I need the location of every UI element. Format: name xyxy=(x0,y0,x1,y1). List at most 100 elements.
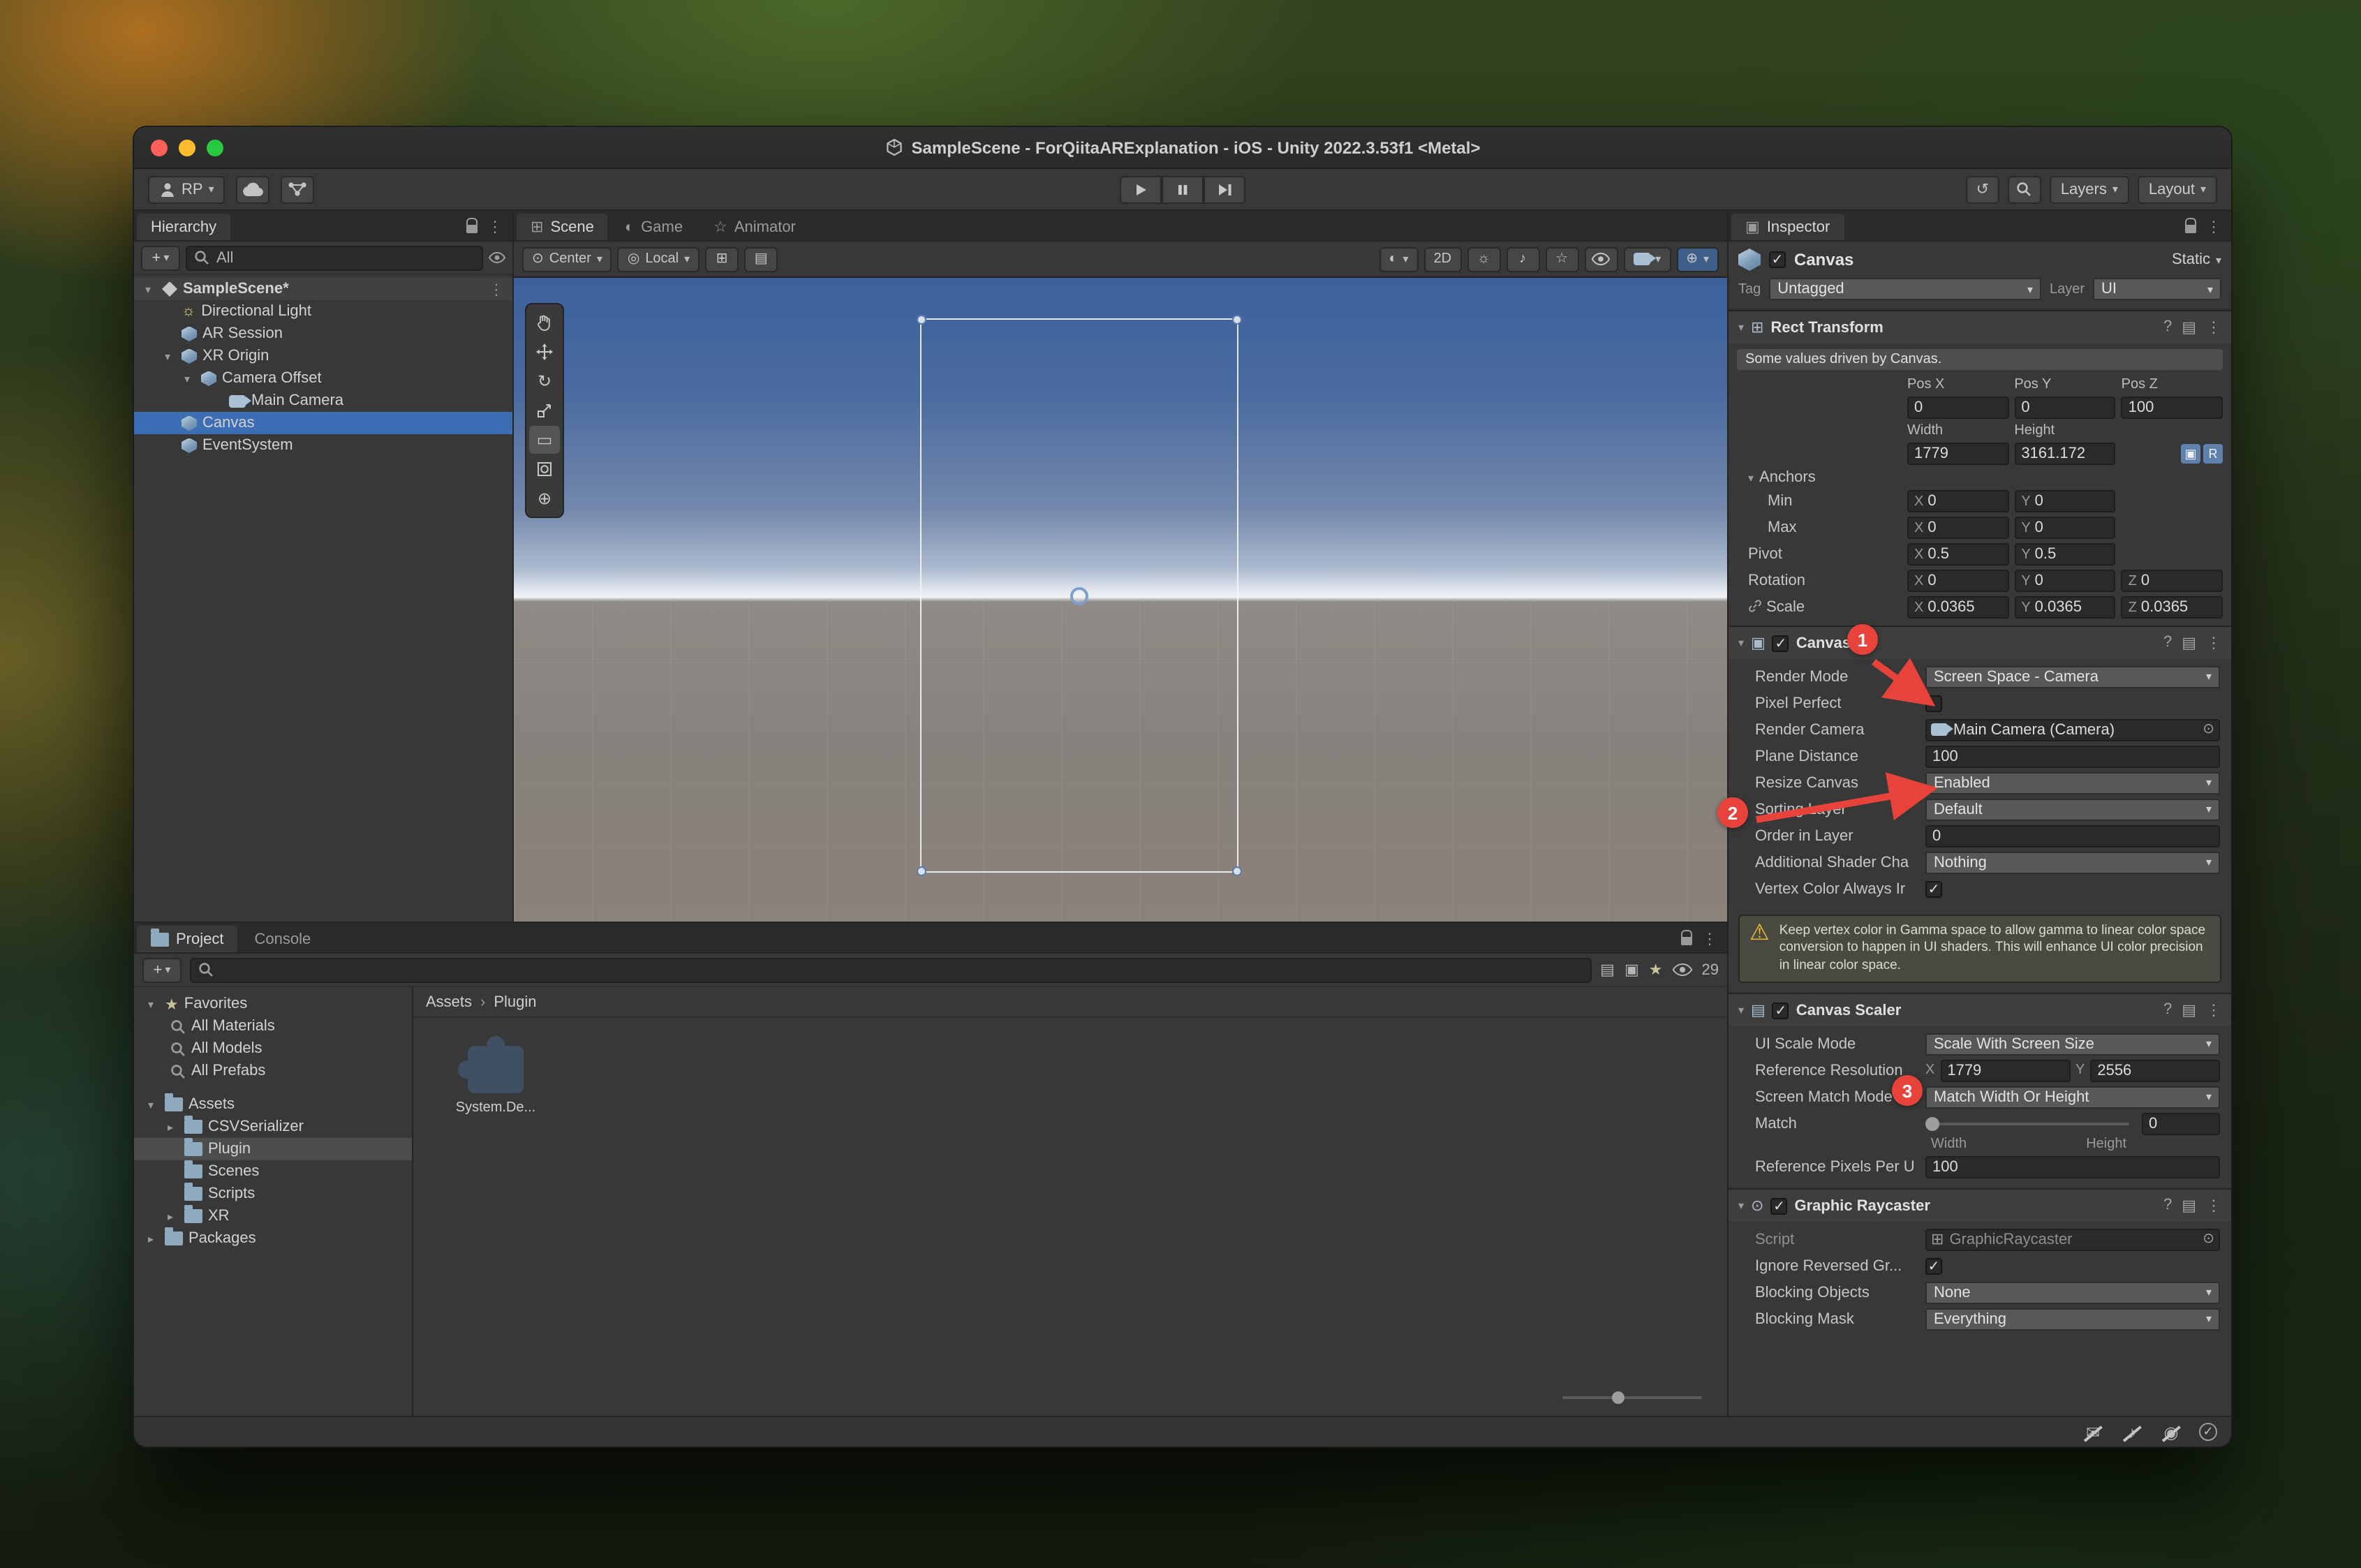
shading-mode-dropdown[interactable]: ◐ ▾ xyxy=(1379,246,1418,272)
pivot-handle[interactable] xyxy=(1070,586,1088,605)
account-button[interactable]: RP ▾ xyxy=(148,175,225,203)
static-control[interactable]: Static ▾ xyxy=(2172,251,2221,268)
folder-csvserializer[interactable]: CSVSerializer xyxy=(134,1116,412,1138)
2d-toggle-button[interactable]: 2D xyxy=(1424,246,1462,272)
rotation-z-field[interactable]: Z0 xyxy=(2122,570,2223,592)
object-picker-icon[interactable]: ⊙ xyxy=(2203,722,2214,737)
sorting-layer-dropdown[interactable]: Default xyxy=(1925,798,2220,820)
version-control-button[interactable] xyxy=(281,175,315,203)
hierarchy-item-directional-light[interactable]: ☼ Directional Light xyxy=(134,300,512,323)
width-field[interactable]: 1779 xyxy=(1907,443,2008,465)
lock-icon[interactable] xyxy=(466,225,478,233)
slider-thumb[interactable] xyxy=(1925,1116,1939,1130)
canvas-header[interactable]: ▾ ▣ Canvas ? ▤ ⋮ xyxy=(1729,627,2231,659)
pause-button[interactable] xyxy=(1162,175,1204,203)
pivot-x-field[interactable]: X0.5 xyxy=(1907,543,2008,565)
folder-plugin[interactable]: Plugin xyxy=(134,1138,412,1160)
notifications-muted-icon[interactable]: ✉ xyxy=(2082,1422,2104,1442)
anchor-min-x-field[interactable]: X0 xyxy=(1907,490,2008,512)
order-in-layer-field[interactable]: 0 xyxy=(1925,824,2220,847)
additional-shader-channels-dropdown[interactable]: Nothing xyxy=(1925,851,2220,873)
tool-handle-rotation-dropdown[interactable]: ◎ Local ▾ xyxy=(618,246,700,272)
screen-match-mode-dropdown[interactable]: Match Width Or Height xyxy=(1925,1086,2220,1108)
foldout-open-icon[interactable] xyxy=(140,283,156,295)
foldout-closed-icon[interactable] xyxy=(162,1120,179,1133)
vertex-color-checkbox[interactable] xyxy=(1925,880,1942,897)
preset-icon[interactable]: ▤ xyxy=(2182,1197,2196,1215)
rect-handle[interactable] xyxy=(917,315,926,325)
scale-tool-button[interactable] xyxy=(529,397,560,424)
layers-dropdown[interactable]: Layers ▾ xyxy=(2050,175,2129,203)
render-camera-object-field[interactable]: Main Camera (Camera) ⊙ xyxy=(1925,718,2220,741)
project-search-input[interactable] xyxy=(190,957,1592,982)
menu-icon[interactable]: ⋮ xyxy=(489,280,504,298)
gameobject-name[interactable]: Canvas xyxy=(1794,250,1853,269)
anchor-max-y-field[interactable]: Y0 xyxy=(2014,517,2115,539)
canvas-scaler-enabled-checkbox[interactable] xyxy=(1772,1002,1789,1019)
anchor-min-y-field[interactable]: Y0 xyxy=(2014,490,2115,512)
hierarchy-item-camera-offset[interactable]: Camera Offset xyxy=(134,367,512,390)
graphic-raycaster-header[interactable]: ▾ ⊙ Graphic Raycaster ? ▤ ⋮ xyxy=(1729,1190,2231,1222)
tool-handle-pivot-dropdown[interactable]: ⊙ Center ▾ xyxy=(522,246,612,272)
project-add-button[interactable]: + ▾ xyxy=(142,957,182,982)
tag-dropdown[interactable]: Untagged xyxy=(1769,278,2041,300)
foldout-closed-icon[interactable] xyxy=(142,1232,159,1245)
foldout-closed-icon[interactable] xyxy=(162,1210,179,1222)
foldout-open-icon[interactable] xyxy=(179,372,195,385)
thumbnail-zoom-slider[interactable] xyxy=(1562,1396,1702,1399)
play-button[interactable] xyxy=(1120,175,1162,203)
rect-handle[interactable] xyxy=(1232,867,1242,877)
audio-muted-icon[interactable]: ♪ xyxy=(2121,1422,2143,1442)
folder-scenes[interactable]: Scenes xyxy=(134,1160,412,1183)
hierarchy-search-input[interactable]: All xyxy=(186,245,483,270)
transform-tool-button[interactable] xyxy=(529,455,560,483)
ui-scale-mode-dropdown[interactable]: Scale With Screen Size xyxy=(1925,1033,2220,1055)
help-icon[interactable]: ? xyxy=(2163,1001,2172,1019)
anchor-max-x-field[interactable]: X0 xyxy=(1907,517,2008,539)
foldout-open-icon[interactable] xyxy=(159,350,176,362)
active-checkbox[interactable] xyxy=(1769,251,1786,268)
custom-tool-button[interactable]: ⊕ xyxy=(529,485,560,512)
hierarchy-item-main-camera[interactable]: Main Camera xyxy=(134,390,512,412)
reference-resolution-x-field[interactable]: 1779 xyxy=(1940,1059,2070,1081)
canvas-selection-rect[interactable] xyxy=(920,318,1238,873)
asset-grid[interactable]: System.De... xyxy=(413,1018,1727,1416)
search-by-type-icon[interactable]: ▤ xyxy=(1600,961,1615,979)
blocking-mask-dropdown[interactable]: Everything xyxy=(1925,1308,2220,1330)
favorites-root[interactable]: ★ Favorites xyxy=(134,993,412,1015)
camera-settings-dropdown[interactable]: ▾ xyxy=(1623,246,1671,272)
reference-ppu-field[interactable]: 100 xyxy=(1925,1155,2220,1178)
favorite-all-models[interactable]: All Models xyxy=(134,1037,412,1060)
pixel-perfect-checkbox[interactable] xyxy=(1925,695,1942,711)
pos-z-field[interactable]: 100 xyxy=(2122,397,2223,419)
hidden-packages-eye-icon[interactable] xyxy=(1673,963,1692,976)
hierarchy-item-ar-session[interactable]: AR Session xyxy=(134,323,512,345)
foldout-open-icon[interactable] xyxy=(142,998,159,1010)
scale-y-field[interactable]: Y0.0365 xyxy=(2014,596,2115,619)
hierarchy-add-button[interactable]: + ▾ xyxy=(141,245,180,270)
favorites-icon[interactable]: ★ xyxy=(1649,961,1663,979)
pos-y-field[interactable]: 0 xyxy=(2014,397,2115,419)
link-icon[interactable] xyxy=(1748,599,1762,613)
scale-z-field[interactable]: Z0.0365 xyxy=(2122,596,2223,619)
asset-tile-plugin-dll[interactable]: System.De... xyxy=(441,1035,550,1116)
effects-button[interactable]: ☆ xyxy=(1545,246,1578,272)
foldout-open-icon[interactable]: ▾ xyxy=(1738,637,1744,649)
rotate-tool-button[interactable]: ↻ xyxy=(529,367,560,395)
anchors-foldout[interactable]: ▾ Anchors xyxy=(1748,469,2223,486)
scene-audio-button[interactable]: ♪ xyxy=(1506,246,1539,272)
cloud-button[interactable] xyxy=(237,175,270,203)
title-bar[interactable]: SampleScene - ForQiitaARExplanation - iO… xyxy=(134,127,2231,169)
tab-game[interactable]: ◐ Game xyxy=(611,214,697,240)
raw-edit-mode-button[interactable]: R xyxy=(2203,444,2223,464)
preset-icon[interactable]: ▤ xyxy=(2182,634,2196,652)
resize-canvas-dropdown[interactable]: Enabled xyxy=(1925,771,2220,794)
pivot-y-field[interactable]: Y0.5 xyxy=(2014,543,2115,565)
help-icon[interactable]: ? xyxy=(2163,1197,2172,1215)
zoom-window-button[interactable] xyxy=(207,139,223,156)
tab-console[interactable]: Console xyxy=(241,926,325,952)
rotation-y-field[interactable]: Y0 xyxy=(2014,570,2115,592)
rect-handle[interactable] xyxy=(917,867,926,877)
rotation-x-field[interactable]: X0 xyxy=(1907,570,2008,592)
tab-project[interactable]: Project xyxy=(137,926,238,952)
